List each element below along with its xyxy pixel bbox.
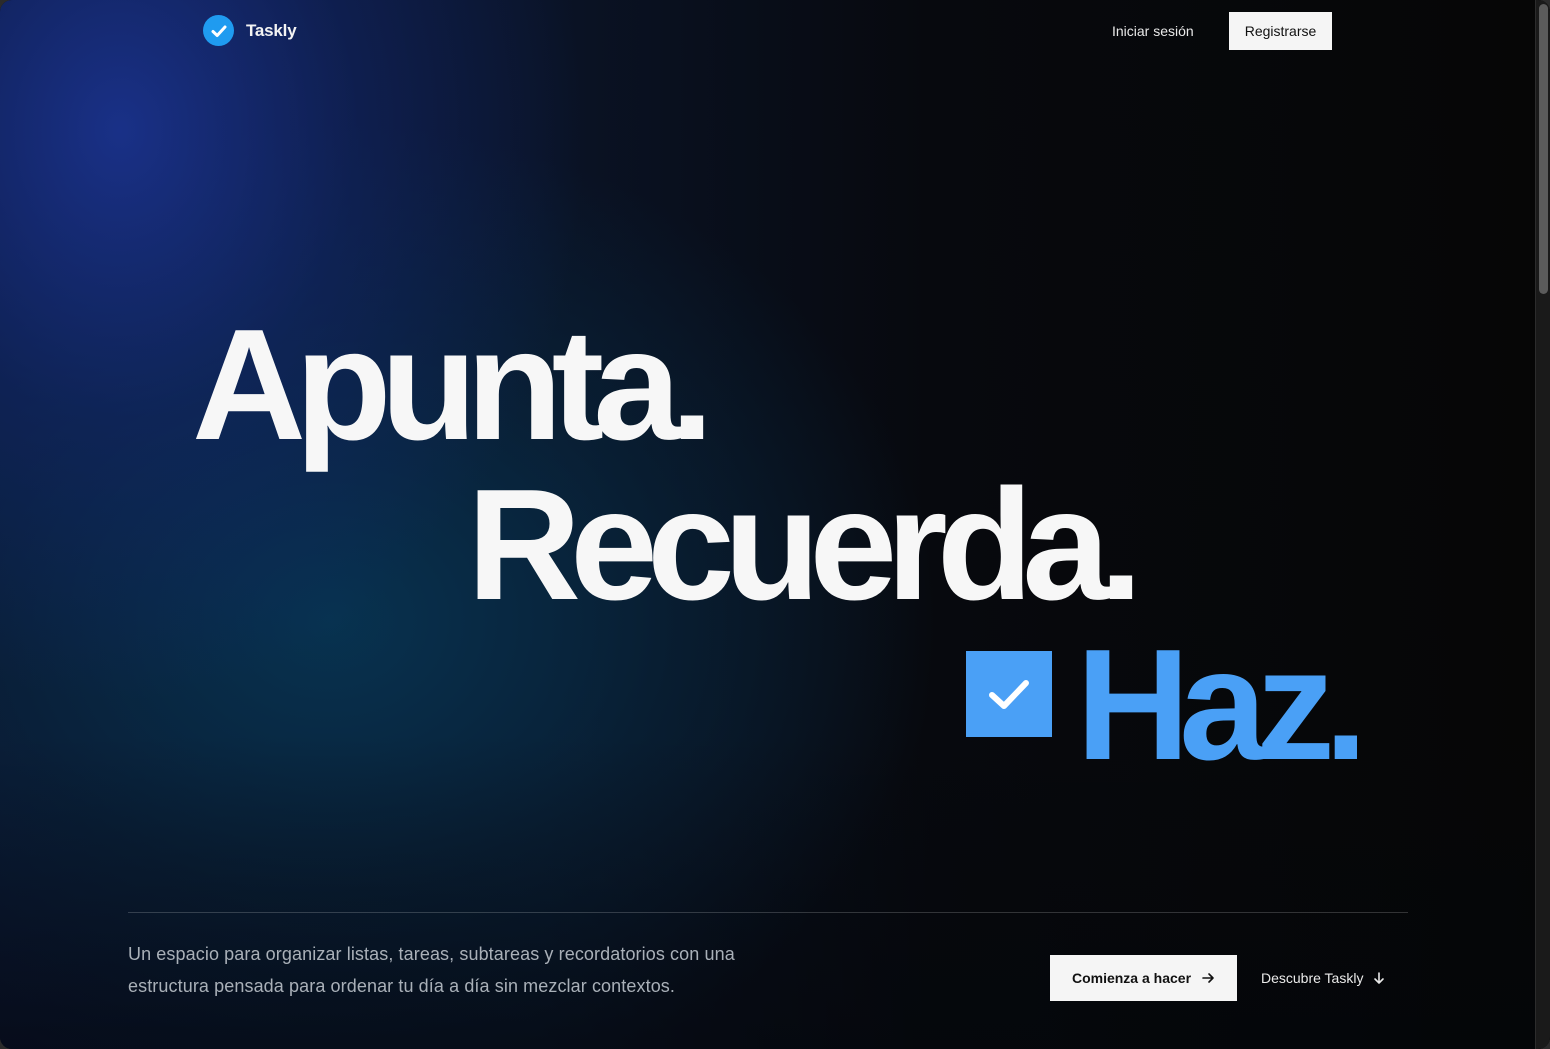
- headline-line-1: Apunta.: [192, 297, 714, 473]
- signup-button[interactable]: Registrarse: [1229, 12, 1332, 50]
- checkbox-checked-icon: [966, 651, 1052, 737]
- scrollbar-thumb[interactable]: [1539, 4, 1548, 294]
- login-link[interactable]: Iniciar sesión: [1112, 20, 1194, 42]
- section-divider: [128, 912, 1408, 913]
- arrow-right-icon: [1202, 973, 1214, 983]
- start-button-label: Comienza a hacer: [1071, 970, 1192, 986]
- description-line-1: Un espacio para organizar listas, tareas…: [128, 944, 735, 964]
- browser-viewport: Taskly Iniciar sesión Registrarse Apunta…: [0, 0, 1550, 1049]
- description-line-2: estructura pensada para ordenar tu día a…: [128, 976, 676, 996]
- brand-logo[interactable]: Taskly: [203, 15, 297, 46]
- vertical-scrollbar[interactable]: [1535, 0, 1550, 1049]
- start-button[interactable]: Comienza a hacer: [1050, 955, 1237, 1001]
- discover-link-label: Descubre Taskly: [1261, 970, 1364, 986]
- arrow-down-icon: [1374, 972, 1385, 984]
- headline-line-2: Recuerda.: [467, 457, 1143, 633]
- hero-description: Un espacio para organizar listas, tareas…: [128, 938, 788, 1002]
- brand-name: Taskly: [246, 20, 297, 40]
- check-circle-icon: [203, 15, 234, 46]
- discover-link[interactable]: Descubre Taskly: [1261, 955, 1386, 1001]
- headline-line-3: Haz.: [1076, 617, 1368, 793]
